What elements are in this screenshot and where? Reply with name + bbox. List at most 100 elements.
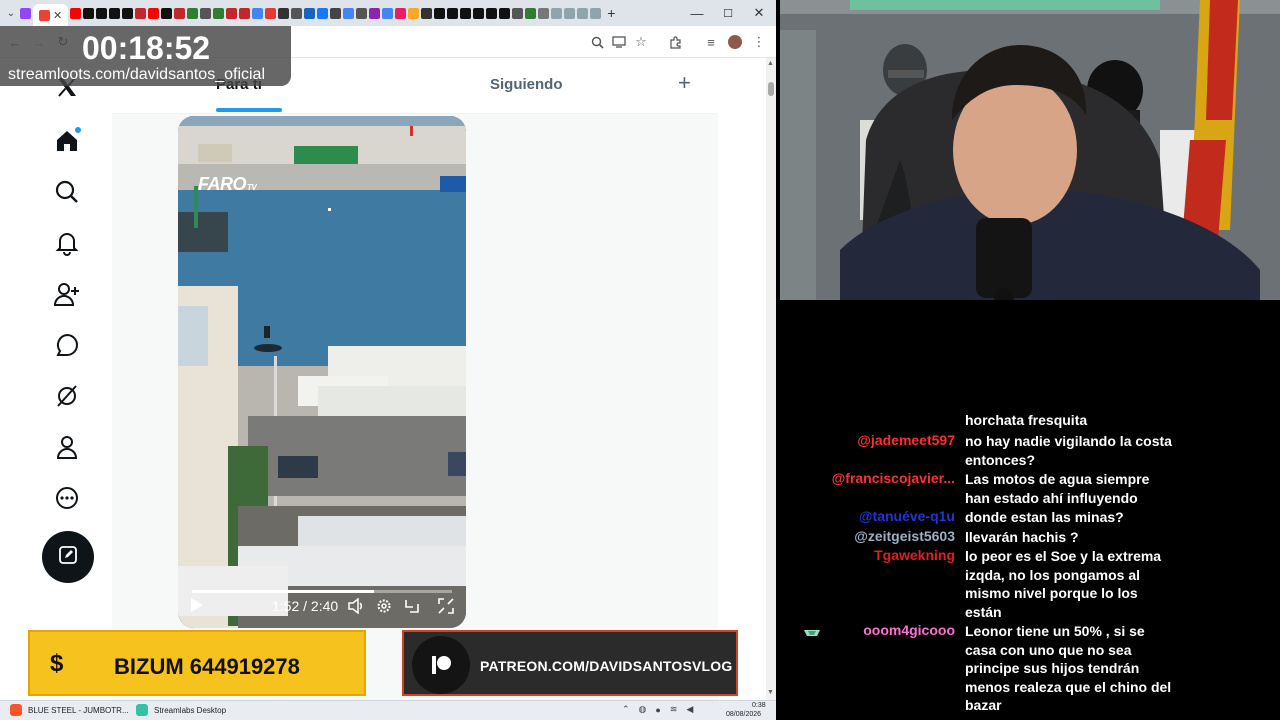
x-tab-icon[interactable] [447,7,459,19]
active-tab[interactable]: ✕ [33,4,69,26]
google-tab-icon[interactable] [382,7,394,19]
grok-icon[interactable] [52,381,82,411]
chat-message-text: lo peor es el Soe y la extrema izqda, no… [965,547,1255,621]
maximize-button[interactable]: ☐ [713,0,743,26]
browser-menu-icon[interactable]: ⋮ [750,33,768,51]
follow-icon[interactable] [52,279,82,309]
chat-line: llevarán hachis ? [965,529,1079,545]
tray-network-icon[interactable]: ◍ [639,704,647,715]
taskbar-app-brave[interactable]: BLUE STEEL - JUMBOTR... [10,704,129,716]
news-tab-icon[interactable] [187,7,199,19]
more-icon[interactable] [52,483,82,513]
scroll-thumb[interactable] [768,82,774,96]
fullscreen-icon[interactable] [438,598,454,619]
taskbar-app-streamlabs[interactable]: Streamlabs Desktop [136,704,226,716]
site-tab-icon[interactable] [356,7,368,19]
tray-mic-icon[interactable]: ● [655,705,660,715]
video-progress-bar[interactable] [192,590,452,593]
chat-line: lo peor es el Soe y la extrema [965,548,1162,564]
site-tab-icon[interactable] [304,7,316,19]
tray-volume-icon[interactable]: ◀ [686,704,693,715]
x-tab-icon[interactable] [499,7,511,19]
chat-line: mismo nivel porque lo los [965,585,1138,601]
x-tab-icon[interactable] [161,7,173,19]
x-tab-icon[interactable] [460,7,472,19]
google-tab-icon[interactable] [343,7,355,19]
site-tab-icon[interactable] [265,7,277,19]
home-icon[interactable] [52,126,82,156]
new-tab-button[interactable]: + [607,5,615,21]
site-tab-icon[interactable] [200,7,212,19]
windows-taskbar: BLUE STEEL - JUMBOTR... Streamlabs Deskt… [0,700,776,720]
watermark-text: FARO [198,174,247,194]
site-tab-icon[interactable] [551,7,563,19]
site-tab-icon[interactable] [577,7,589,19]
reading-list-icon[interactable]: ≡ [702,33,720,51]
youtube-tab-icon[interactable] [70,7,82,19]
watermark-subtext: TV [247,183,257,192]
x-tab-icon[interactable] [473,7,485,19]
tray-chevron-icon[interactable]: ⌃ [622,704,630,715]
profile-icon[interactable] [52,432,82,462]
clock-date[interactable]: 08/08/2026 [726,711,761,718]
clock-time[interactable]: 0:38 [752,702,766,709]
x-tab-icon[interactable] [83,7,95,19]
volume-icon[interactable] [348,597,366,619]
extensions-icon[interactable] [666,33,684,51]
picture-in-picture-icon[interactable] [404,598,420,619]
scroll-down-icon[interactable]: ▼ [767,689,774,696]
site-tab-icon[interactable] [330,7,342,19]
facebook-tab-icon[interactable] [317,7,329,19]
page-scrollbar[interactable]: ▲ ▼ [766,58,776,700]
zoom-icon[interactable] [588,33,606,51]
search-icon[interactable] [52,177,82,207]
x-tab-icon[interactable] [486,7,498,19]
news-tab-icon[interactable] [135,7,147,19]
chat-username: @jademeet597 [857,432,955,448]
site-tab-icon[interactable] [291,7,303,19]
close-tab-icon[interactable]: ✕ [53,9,62,22]
settings-gear-icon[interactable] [376,598,392,619]
tab-following[interactable]: Siguiendo [490,76,563,93]
close-window-button[interactable]: ✕ [744,0,774,26]
scroll-up-icon[interactable]: ▲ [767,60,774,67]
chat-partial-message: horchata fresquita [965,412,1088,428]
x-tab-icon[interactable] [109,7,121,19]
site-tab-icon[interactable] [590,7,602,19]
site-tab-icon[interactable] [564,7,576,19]
bookmark-star-icon[interactable]: ☆ [632,33,650,51]
site-tab-icon[interactable] [369,7,381,19]
x-tab-icon[interactable] [96,7,108,19]
compose-button[interactable] [42,531,94,583]
chat-icon[interactable] [52,330,82,360]
site-tab-icon[interactable] [538,7,550,19]
video-progress-fill [192,590,374,593]
google-tab-icon[interactable] [252,7,264,19]
news-tab-icon[interactable] [174,7,186,19]
x-tab-icon[interactable] [434,7,446,19]
site-tab-icon[interactable] [278,7,290,19]
twitch-tab-icon[interactable] [20,7,31,19]
site-tab-icon[interactable] [421,7,433,19]
profile-avatar-icon[interactable] [726,33,744,51]
site-tab-icon[interactable] [525,7,537,19]
notifications-icon[interactable] [52,228,82,258]
chat-message-text: no hay nadie vigilando la costa entonces… [965,432,1255,469]
tray-wifi-icon[interactable]: ≋ [670,704,678,715]
chat-message-text: donde estan las minas? [965,508,1255,527]
cast-icon[interactable] [610,33,628,51]
site-tab-icon[interactable] [213,7,225,19]
tab-search-icon[interactable]: ⌄ [4,8,18,19]
play-icon[interactable] [190,597,204,618]
news-tab-icon[interactable] [239,7,251,19]
youtube-tab-icon[interactable] [148,7,160,19]
x-tab-icon[interactable] [122,7,134,19]
news-tab-icon[interactable] [226,7,238,19]
instagram-tab-icon[interactable] [395,7,407,19]
add-list-button[interactable]: + [678,70,691,96]
video-player[interactable]: FAROTV 1:52 / 2:40 [178,116,466,628]
site-tab-icon[interactable] [408,7,420,19]
site-tab-icon[interactable] [512,7,524,19]
active-tab-indicator [216,108,282,112]
minimize-button[interactable]: — [682,0,712,26]
